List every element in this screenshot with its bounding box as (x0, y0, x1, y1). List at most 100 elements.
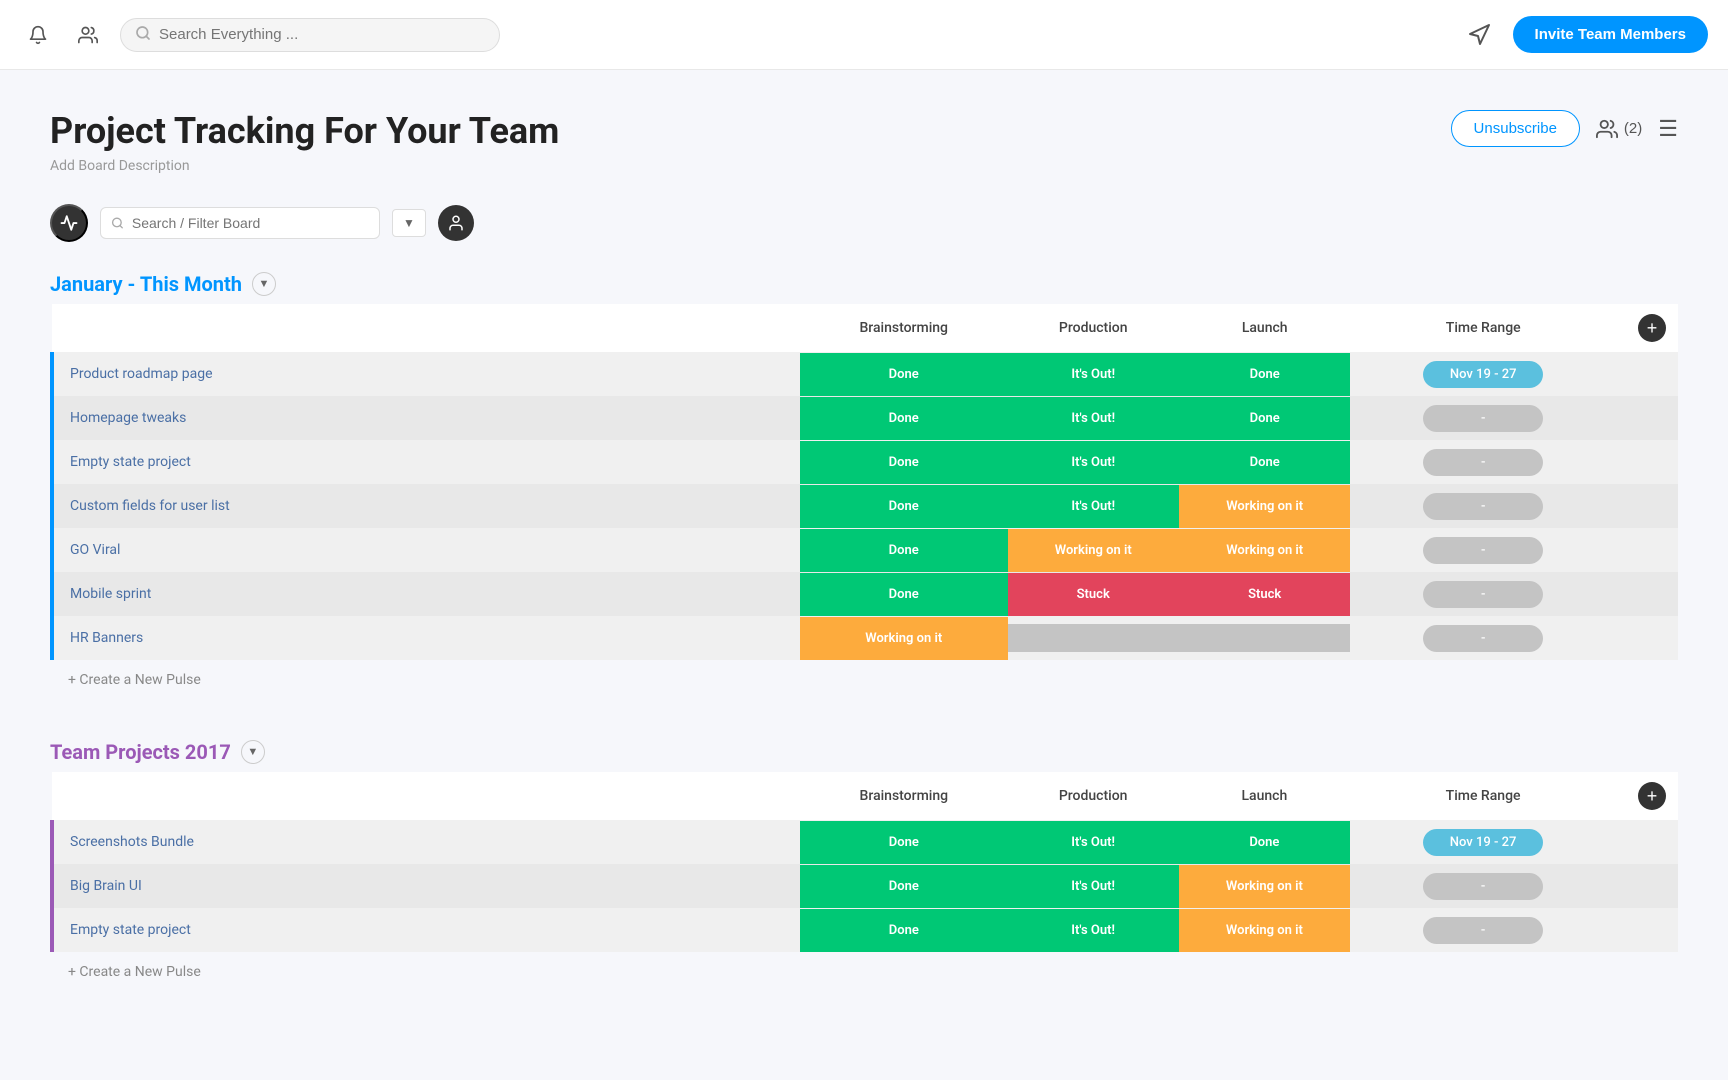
nav-right: Invite Team Members (1461, 16, 1708, 53)
menu-button[interactable]: ☰ (1658, 116, 1678, 142)
production-cell[interactable]: It's Out! (1008, 820, 1179, 864)
brainstorming-cell[interactable]: Working on it (800, 616, 1008, 660)
page-content: Project Tracking For Your Team Add Board… (0, 70, 1728, 1072)
production-cell[interactable]: It's Out! (1008, 352, 1179, 396)
launch-cell[interactable]: Done (1179, 820, 1351, 864)
task-name-link[interactable]: Empty state project (70, 922, 191, 938)
launch-cell[interactable]: Done (1179, 396, 1350, 440)
col-name-header (52, 772, 800, 820)
members-count: (2) (1624, 120, 1642, 137)
brainstorming-cell[interactable]: Done (800, 528, 1008, 572)
add-column-button[interactable]: + (1638, 314, 1666, 342)
task-name-cell: GO Viral (52, 528, 800, 572)
col-launch-header: Launch (1179, 772, 1351, 820)
brainstorming-cell[interactable]: Done (800, 484, 1008, 528)
page-title: Project Tracking For Your Team (50, 110, 559, 152)
brainstorming-cell[interactable]: Done (800, 352, 1008, 396)
production-cell[interactable]: Stuck (1008, 572, 1179, 616)
pulse-icon-button[interactable] (50, 204, 88, 242)
production-cell[interactable]: It's Out! (1008, 484, 1179, 528)
launch-cell[interactable]: Working on it (1179, 864, 1351, 908)
col-production-header: Production (1008, 772, 1179, 820)
time-range-cell[interactable]: - (1350, 528, 1616, 572)
time-range-cell[interactable]: - (1350, 908, 1616, 952)
launch-cell[interactable] (1179, 616, 1350, 660)
launch-cell[interactable]: Working on it (1179, 908, 1351, 952)
col-launch-header: Launch (1179, 304, 1350, 352)
task-name-cell: Empty state project (52, 440, 800, 484)
time-range-cell[interactable]: - (1350, 440, 1616, 484)
group-dropdown-button[interactable]: ▼ (252, 272, 276, 296)
group-table: Brainstorming Production Launch Time Ran… (50, 772, 1678, 992)
avatar-button[interactable] (438, 205, 474, 241)
production-cell[interactable]: Working on it (1008, 528, 1179, 572)
time-range-cell[interactable]: - (1350, 572, 1616, 616)
row-extra (1616, 528, 1678, 572)
launch-cell[interactable]: Done (1179, 352, 1350, 396)
table-row: Product roadmap page Done It's Out! Done… (52, 352, 1678, 396)
brainstorming-cell[interactable]: Done (800, 908, 1008, 952)
task-name-cell: Empty state project (52, 908, 800, 952)
add-column-button[interactable]: + (1638, 782, 1666, 810)
create-pulse-cell[interactable]: + Create a New Pulse (52, 952, 1678, 992)
launch-cell[interactable]: Working on it (1179, 528, 1350, 572)
time-range-cell[interactable]: - (1350, 484, 1616, 528)
unsubscribe-button[interactable]: Unsubscribe (1451, 110, 1580, 147)
production-cell[interactable]: It's Out! (1008, 864, 1179, 908)
board-search-input[interactable] (132, 215, 369, 231)
task-name-link[interactable]: Empty state project (70, 454, 191, 470)
launch-cell[interactable]: Stuck (1179, 572, 1350, 616)
group-title: Team Projects 2017 (50, 740, 231, 764)
brainstorming-cell[interactable]: Done (800, 440, 1008, 484)
group-dropdown-button[interactable]: ▼ (241, 740, 265, 764)
page-header-actions: Unsubscribe (2) ☰ (1451, 110, 1678, 147)
search-input[interactable] (159, 26, 485, 43)
launch-cell[interactable]: Done (1179, 440, 1350, 484)
row-extra (1616, 352, 1678, 396)
time-range-cell[interactable]: - (1350, 616, 1616, 660)
brainstorming-cell[interactable]: Done (800, 396, 1008, 440)
brainstorming-cell[interactable]: Done (800, 820, 1008, 864)
task-name-link[interactable]: Custom fields for user list (70, 498, 230, 514)
filter-dropdown-button[interactable]: ▼ (392, 209, 426, 237)
group-header: Team Projects 2017 ▼ (50, 740, 1678, 764)
production-cell[interactable]: It's Out! (1008, 908, 1179, 952)
task-name-link[interactable]: GO Viral (70, 542, 120, 558)
production-cell[interactable]: It's Out! (1008, 396, 1179, 440)
create-pulse-cell[interactable]: + Create a New Pulse (52, 660, 1678, 700)
col-production-header: Production (1008, 304, 1179, 352)
launch-cell[interactable]: Working on it (1179, 484, 1350, 528)
time-range-cell[interactable]: Nov 19 - 27 (1350, 820, 1616, 864)
members-icon (1596, 118, 1618, 140)
create-pulse-row[interactable]: + Create a New Pulse (52, 952, 1678, 992)
col-add-header: + (1616, 304, 1678, 352)
production-cell[interactable] (1008, 616, 1179, 660)
brainstorming-cell[interactable]: Done (800, 572, 1008, 616)
notifications-bell[interactable] (20, 17, 56, 53)
top-nav: Invite Team Members (0, 0, 1728, 70)
task-name-link[interactable]: Screenshots Bundle (70, 834, 194, 850)
create-pulse-row[interactable]: + Create a New Pulse (52, 660, 1678, 700)
task-name-cell: Product roadmap page (52, 352, 800, 396)
megaphone-icon[interactable] (1461, 17, 1497, 53)
task-name-link[interactable]: Product roadmap page (70, 366, 213, 382)
row-extra (1616, 396, 1678, 440)
brainstorming-cell[interactable]: Done (800, 864, 1008, 908)
row-extra (1616, 484, 1678, 528)
production-cell[interactable]: It's Out! (1008, 440, 1179, 484)
time-range-cell[interactable]: Nov 19 - 27 (1350, 352, 1616, 396)
task-name-link[interactable]: HR Banners (70, 630, 143, 646)
time-range-cell[interactable]: - (1350, 864, 1616, 908)
people-icon[interactable] (70, 17, 106, 53)
members-button[interactable]: (2) (1596, 118, 1642, 140)
table-row: Screenshots Bundle Done It's Out! Done N… (52, 820, 1678, 864)
time-range-cell[interactable]: - (1350, 396, 1616, 440)
task-name-link[interactable]: Mobile sprint (70, 586, 151, 602)
table-row: Homepage tweaks Done It's Out! Done - (52, 396, 1678, 440)
task-name-cell: Homepage tweaks (52, 396, 800, 440)
task-name-cell: HR Banners (52, 616, 800, 660)
task-name-link[interactable]: Homepage tweaks (70, 410, 186, 426)
task-name-link[interactable]: Big Brain UI (70, 878, 142, 894)
invite-team-button[interactable]: Invite Team Members (1513, 16, 1708, 53)
activity-icon (60, 214, 78, 232)
